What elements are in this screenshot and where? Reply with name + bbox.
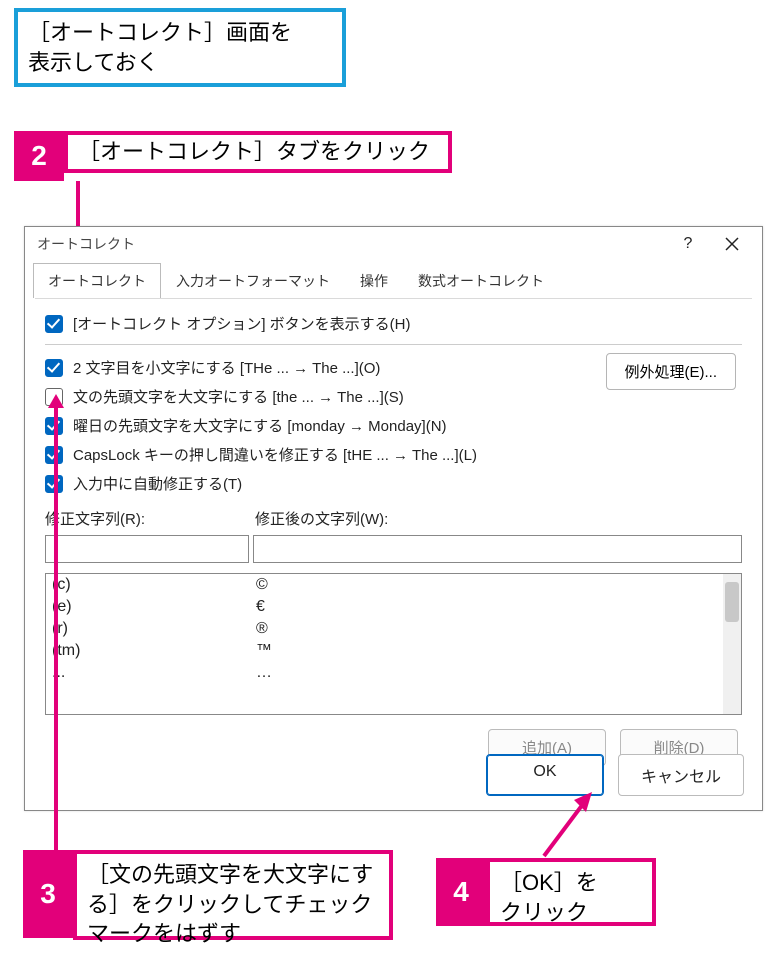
help-icon: ?	[684, 235, 693, 253]
cell-from: ...	[52, 664, 256, 682]
checkbox-sentence-cap[interactable]	[45, 388, 63, 406]
label-replace: 修正文字列(R):	[45, 508, 255, 529]
callout-step4: ［OK］を クリック	[486, 858, 656, 926]
tab-label: オートコレクト	[48, 273, 146, 289]
autocorrect-dialog: オートコレクト ? オートコレクト 入力オートフォーマット 操作 数式オートコレ…	[24, 226, 763, 811]
checkbox-second-char[interactable]	[45, 359, 63, 377]
help-button[interactable]: ?	[666, 229, 710, 259]
cell-from: (c)	[52, 576, 256, 594]
option-show-button: [オートコレクト オプション] ボタンを表示する(H)	[45, 309, 742, 338]
cell-from: (r)	[52, 620, 256, 638]
option-label: 2 文字目を小文字にする [THe ... → The ...](O)	[73, 357, 380, 378]
checkbox-capslock[interactable]	[45, 446, 63, 464]
option-label: 文の先頭文字を大文字にする [the ... → The ...](S)	[73, 386, 404, 407]
callout-text: ［オートコレクト］タブをクリック	[78, 137, 430, 167]
scrollbar[interactable]	[723, 574, 741, 714]
close-icon	[725, 237, 739, 251]
dialog-footer: OK キャンセル	[486, 754, 744, 796]
close-button[interactable]	[710, 229, 754, 259]
dialog-titlebar: オートコレクト ?	[25, 227, 762, 261]
list-item[interactable]: ... …	[46, 662, 723, 684]
option-replace-as-type: 入力中に自動修正する(T)	[45, 469, 742, 498]
list-item[interactable]: (tm) ™	[46, 640, 723, 662]
divider	[45, 344, 742, 345]
cell-to: …	[256, 664, 272, 682]
checkbox-show-button[interactable]	[45, 315, 63, 333]
tab-bar: オートコレクト 入力オートフォーマット 操作 数式オートコレクト	[25, 261, 762, 298]
ok-button[interactable]: OK	[486, 754, 604, 796]
callout-display-autocorrect: ［オートコレクト］画面を 表示しておく	[14, 8, 346, 87]
tab-math[interactable]: 数式オートコレクト	[403, 263, 559, 298]
replace-section: 修正文字列(R): 修正後の文字列(W): (c) © (e) €	[45, 506, 742, 770]
button-label: 例外処理(E)...	[625, 364, 718, 381]
list-item[interactable]: (c) ©	[46, 574, 723, 596]
option-weekday-cap: 曜日の先頭文字を大文字にする [monday → Monday](N)	[45, 411, 742, 440]
step-number: 3	[40, 878, 56, 910]
exceptions-button[interactable]: 例外処理(E)...	[606, 353, 737, 390]
button-label: キャンセル	[641, 769, 721, 786]
cell-to: ©	[256, 576, 268, 594]
step-number: 4	[453, 876, 469, 908]
step-badge-3: 3	[23, 850, 73, 938]
dialog-title: オートコレクト	[37, 234, 666, 254]
callout-step2: ［オートコレクト］タブをクリック	[64, 131, 452, 173]
replace-labels: 修正文字列(R): 修正後の文字列(W):	[45, 506, 742, 531]
step-number: 2	[31, 140, 47, 172]
input-replace[interactable]	[45, 535, 249, 563]
option-label: [オートコレクト オプション] ボタンを表示する(H)	[73, 313, 411, 334]
cell-to: €	[256, 598, 265, 616]
list-item[interactable]: (e) €	[46, 596, 723, 618]
option-capslock: CapsLock キーの押し間違いを修正する [tHE ... → The ..…	[45, 440, 742, 469]
tab-label: 操作	[360, 273, 388, 289]
callout-text: ［文の先頭文字を大文字にする］をクリックしてチェックマークをはずす	[87, 862, 373, 946]
tab-label: 数式オートコレクト	[418, 273, 544, 289]
callout-text: ［オートコレクト］画面を 表示しておく	[28, 20, 292, 75]
checkbox-weekday-cap[interactable]	[45, 417, 63, 435]
step-badge-4: 4	[436, 858, 486, 926]
cell-from: (tm)	[52, 642, 256, 660]
button-label: OK	[533, 763, 556, 780]
tab-label: 入力オートフォーマット	[176, 273, 330, 289]
tab-autoformat[interactable]: 入力オートフォーマット	[161, 263, 345, 298]
tab-actions[interactable]: 操作	[345, 263, 403, 298]
cell-from: (e)	[52, 598, 256, 616]
cell-to: ®	[256, 620, 268, 638]
cell-to: ™	[256, 642, 272, 660]
scrollbar-thumb[interactable]	[725, 582, 739, 622]
option-label: CapsLock キーの押し間違いを修正する [tHE ... → The ..…	[73, 444, 477, 465]
option-label: 入力中に自動修正する(T)	[73, 473, 242, 494]
cancel-button[interactable]: キャンセル	[618, 754, 744, 796]
input-with[interactable]	[253, 535, 742, 563]
callout-step3: ［文の先頭文字を大文字にする］をクリックしてチェックマークをはずす	[73, 850, 393, 940]
list-item[interactable]: (r) ®	[46, 618, 723, 640]
tab-autocorrect[interactable]: オートコレクト	[33, 263, 161, 298]
label-with: 修正後の文字列(W):	[255, 508, 388, 529]
checkbox-replace-as-type[interactable]	[45, 475, 63, 493]
replacement-list[interactable]: (c) © (e) € (r) ® (tm) ™	[45, 573, 742, 715]
option-label: 曜日の先頭文字を大文字にする [monday → Monday](N)	[73, 415, 447, 436]
callout-text: ［OK］を クリック	[500, 870, 598, 925]
step-badge-2: 2	[14, 131, 64, 181]
